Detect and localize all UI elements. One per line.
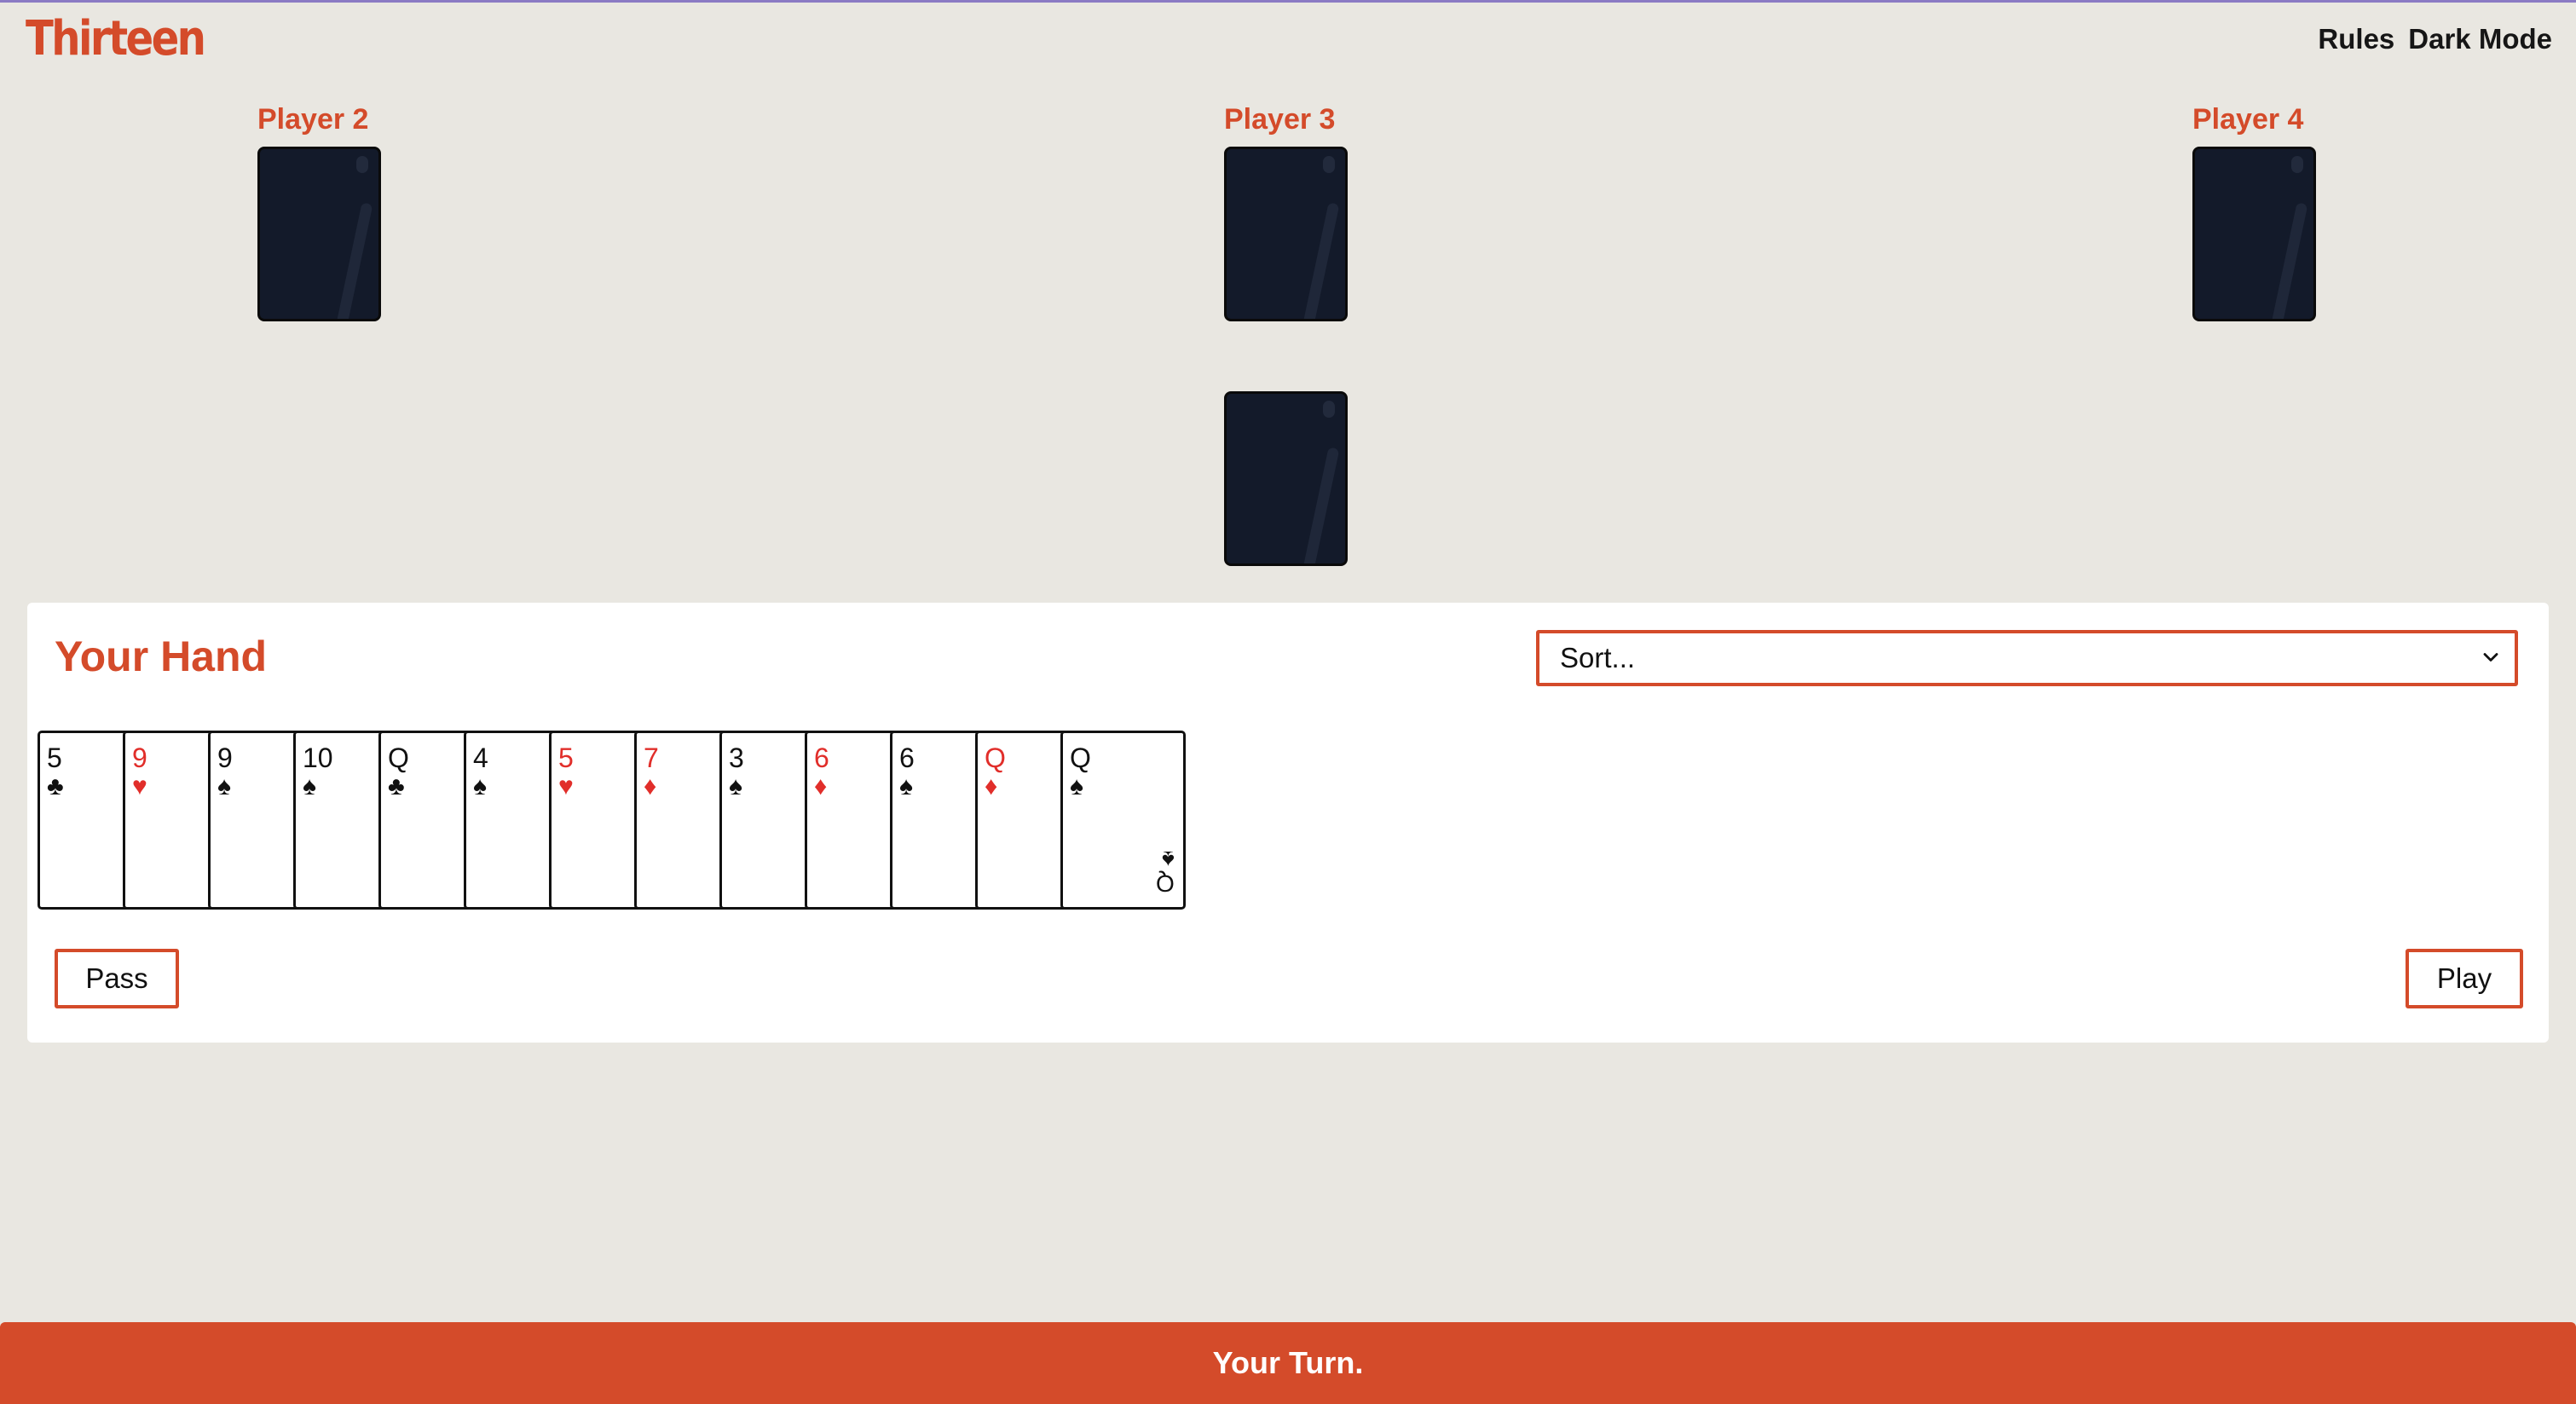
turn-status-bar: Your Turn. [0,1322,2576,1404]
hand-card[interactable]: Q ♠ Q ♠ [1060,731,1186,910]
card-suit-icon: ♠ [1162,846,1175,873]
pass-button[interactable]: Pass [55,949,179,1008]
opponent-name: Player 4 [2192,103,2304,136]
card-rank: 6 [814,742,829,773]
card-suit-icon: ♣ [388,772,405,800]
card-corner-index: Q ♠ [1156,846,1175,897]
rules-link[interactable]: Rules [2318,23,2394,55]
card-rank: Q [1156,870,1175,897]
card-suit-icon: ♠ [729,772,742,800]
card-rank: 3 [729,742,744,773]
hand-panel: Your Hand Sort... 5 ♣ 9 ♥ 9 ♠ 10 ♠ Q ♣ 4 ♠ 5 ♥ 7 ♦ 3 ♠ 6 ♦ 6… [27,603,2549,1043]
opponent-player-4: Player 4 [2192,103,2316,321]
card-rank: 5 [47,742,62,773]
card-rank: Q [388,742,409,773]
card-rank: Q [1070,742,1091,773]
opponent-card-back [257,147,381,321]
card-suit-icon: ♦ [985,772,998,800]
card-suit-icon: ♦ [814,772,828,800]
card-suit-icon: ♠ [217,772,231,800]
card-rank: 7 [644,742,659,773]
card-suit-icon: ♥ [132,772,147,800]
card-suit-icon: ♥ [558,772,574,800]
card-rank: 10 [303,742,333,773]
card-rank: 9 [132,742,147,773]
card-rank: 4 [473,742,488,773]
sort-select-value: Sort... [1560,642,1636,673]
center-pile [1224,391,1348,566]
card-rank: 6 [899,742,915,773]
app-logo: Thirteen [26,11,206,66]
card-suit-icon: ♣ [47,772,64,800]
opponent-name: Player 2 [257,103,369,136]
sort-select[interactable]: Sort... [1536,630,2518,686]
card-suit-icon: ♦ [644,772,657,800]
hand-cards: 5 ♣ 9 ♥ 9 ♠ 10 ♠ Q ♣ 4 ♠ 5 ♥ 7 ♦ 3 ♠ 6 ♦ 6 ♠ Q ♦ Q ♠ Q ♠ [38,731,1231,910]
card-suit-icon: ♠ [473,772,487,800]
play-button[interactable]: Play [2406,949,2523,1008]
pile-card-back [1224,391,1348,566]
card-rank: 9 [217,742,233,773]
opponent-player-3: Player 3 [1224,103,1348,321]
hand-title: Your Hand [55,633,268,680]
chevron-down-icon [2483,653,2498,662]
dark-mode-toggle[interactable]: Dark Mode [2408,23,2552,55]
opponent-card-back [2192,147,2316,321]
card-suit-icon: ♠ [899,772,913,800]
card-suit-icon: ♠ [1070,772,1083,800]
card-rank: Q [985,742,1006,773]
top-nav: Rules Dark Mode [2318,23,2552,55]
opponent-player-2: Player 2 [257,103,381,321]
opponent-name: Player 3 [1224,103,1336,136]
opponent-card-back [1224,147,1348,321]
card-rank: 5 [558,742,574,773]
card-suit-icon: ♠ [303,772,316,800]
